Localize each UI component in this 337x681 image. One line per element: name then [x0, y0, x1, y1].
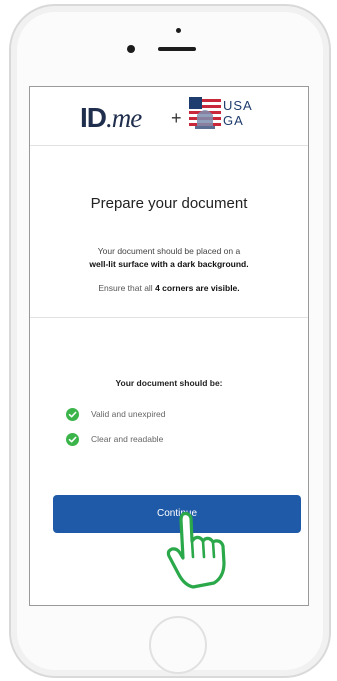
plus-sign: +: [171, 108, 182, 128]
pointing-hand-icon: [166, 511, 226, 589]
placement-instruction: Your document should be placed on a well…: [30, 245, 308, 271]
home-button[interactable]: [149, 616, 207, 674]
section-divider: [30, 317, 308, 318]
checklist-title: Your document should be:: [115, 378, 223, 388]
checklist-item-label: Valid and unexpired: [91, 409, 166, 419]
corners-instruction: Ensure that all 4 corners are visible.: [30, 283, 308, 293]
partner-line2: GA: [223, 113, 244, 128]
instruction-line2: well-lit surface with a dark background.: [89, 259, 249, 269]
page-header: ID.me + USA GA: [30, 87, 308, 146]
ensure-bold: 4 corners are visible.: [155, 283, 240, 293]
partner-logo-text: USA GA: [223, 98, 253, 128]
page-title: Prepare your document: [90, 195, 248, 212]
partner-line1: USA: [223, 98, 253, 113]
logo-id-text: ID: [80, 102, 107, 133]
instruction-line1: Your document should be placed on a: [97, 246, 241, 256]
front-camera: [127, 45, 135, 53]
logo-me-text: .me: [106, 103, 142, 133]
usa-flag-capitol-icon: [189, 97, 221, 131]
earpiece-speaker: [158, 47, 196, 51]
check-circle-icon: [66, 408, 79, 421]
proximity-sensor: [176, 28, 181, 33]
check-circle-icon: [66, 433, 79, 446]
idme-logo: ID.me: [80, 102, 142, 134]
phone-screen: ID.me + USA GA Prepare your document You…: [29, 86, 309, 606]
ensure-prefix: Ensure that all: [98, 283, 156, 293]
checklist-item-label: Clear and readable: [91, 434, 164, 444]
